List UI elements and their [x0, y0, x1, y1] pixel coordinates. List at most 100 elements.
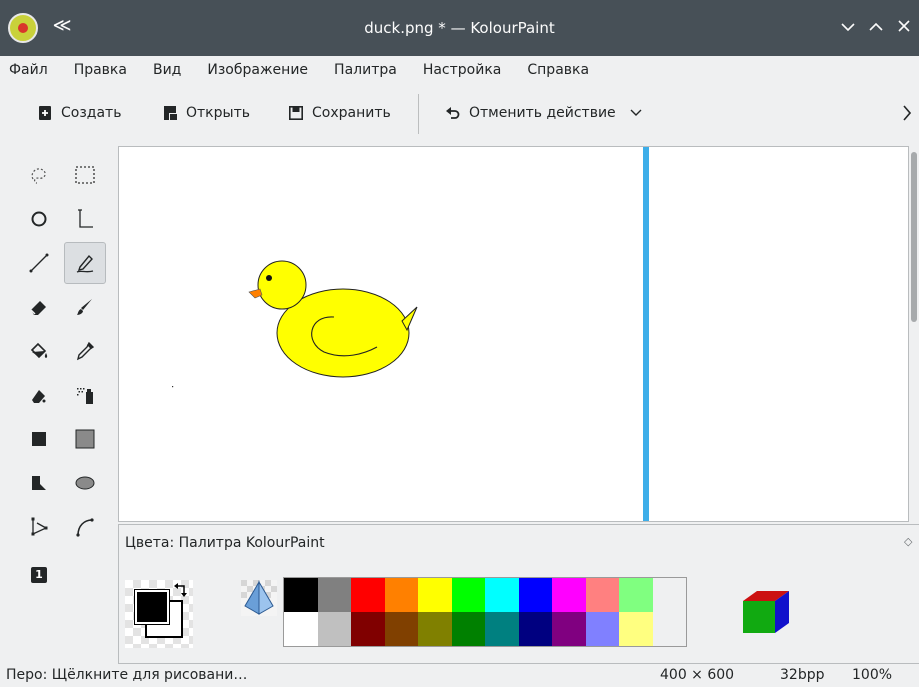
curve-tool[interactable] — [64, 506, 106, 548]
ellipse-icon — [75, 476, 95, 490]
palette-swatch[interactable] — [518, 578, 552, 612]
line-tool[interactable] — [18, 242, 60, 284]
palette-swatch[interactable] — [485, 612, 519, 646]
palette-swatch[interactable] — [585, 578, 619, 612]
undo-button[interactable]: Отменить действие — [446, 96, 642, 130]
brush-tool[interactable] — [64, 286, 106, 328]
canvas-resize-handle[interactable] — [643, 147, 649, 521]
flood-fill-tool[interactable] — [18, 330, 60, 372]
foreground-background-colors[interactable] — [125, 580, 193, 648]
palette-swatch[interactable] — [451, 612, 485, 646]
palette-swatch[interactable] — [284, 578, 318, 612]
maximize-icon[interactable] — [862, 13, 890, 41]
menu-file[interactable]: Файл — [9, 62, 48, 78]
scrollbar-thumb[interactable] — [911, 152, 917, 322]
palette-pyramid-icon[interactable] — [241, 580, 277, 616]
palette-swatch[interactable] — [485, 578, 519, 612]
menu-image[interactable]: Изображение — [207, 62, 308, 78]
palette-swatch[interactable] — [384, 612, 418, 646]
rounded-rectangle-tool[interactable] — [64, 418, 106, 460]
palette-swatch[interactable] — [351, 612, 385, 646]
new-button[interactable]: Создать — [38, 96, 121, 130]
status-color-depth: 32bpp — [780, 667, 825, 683]
palette-swatch[interactable] — [351, 578, 385, 612]
zoom-tool[interactable] — [18, 198, 60, 240]
open-folder-icon — [163, 106, 177, 120]
color-palette — [283, 577, 687, 647]
polygon-tool[interactable] — [18, 462, 60, 504]
new-button-label: Создать — [61, 105, 122, 121]
open-button[interactable]: Открыть — [163, 96, 250, 130]
status-zoom: 100% — [852, 667, 893, 683]
duck-head — [257, 260, 307, 310]
palette-swatch[interactable] — [518, 612, 552, 646]
connected-lines-tool[interactable] — [18, 506, 60, 548]
undo-dropdown-chevron-icon[interactable] — [630, 105, 642, 121]
foreground-color-swatch[interactable] — [134, 589, 170, 625]
window-title: duck.png * — KolourPaint — [364, 19, 555, 37]
palette-swatch[interactable] — [619, 578, 653, 612]
palette-swatch[interactable] — [552, 612, 586, 646]
palette-swatch[interactable] — [552, 578, 586, 612]
rectangular-selection-tool[interactable] — [64, 154, 106, 196]
status-message: Перо: Щёлкните для рисовани… — [6, 667, 248, 683]
palette-swatch[interactable] — [418, 578, 452, 612]
status-bar: Перо: Щёлкните для рисовани… 400 × 600 3… — [0, 664, 919, 687]
text-tool[interactable] — [64, 198, 106, 240]
menu-help[interactable]: Справка — [527, 62, 589, 78]
toolbar-overflow-chevron-icon[interactable] — [903, 96, 911, 130]
pen-tool[interactable] — [64, 242, 106, 284]
menu-palette[interactable]: Палитра — [334, 62, 397, 78]
rectangle-tool[interactable] — [18, 418, 60, 460]
pen-icon — [76, 254, 94, 273]
close-icon[interactable] — [890, 13, 918, 41]
color-eraser-tool[interactable] — [18, 374, 60, 416]
palette-swatch[interactable] — [418, 612, 452, 646]
toolbar-separator — [418, 94, 419, 134]
dock-float-icon[interactable]: ◇ — [904, 535, 912, 548]
main-toolbar: Создать Открыть Сохранить Отменить дейст… — [0, 88, 919, 138]
spraycan-tool[interactable] — [64, 374, 106, 416]
free-form-selection-tool[interactable] — [18, 154, 60, 196]
curve-icon — [76, 518, 94, 537]
minimize-icon[interactable] — [834, 13, 862, 41]
drawing-canvas[interactable] — [119, 147, 643, 522]
color-cube-icon[interactable] — [739, 585, 793, 643]
gray-rectangle-icon — [75, 429, 95, 449]
open-button-label: Открыть — [186, 105, 250, 121]
new-document-icon — [38, 106, 52, 120]
zoom-circle-icon — [31, 211, 47, 227]
tool-box: 1 — [8, 150, 112, 590]
palette-swatch[interactable] — [317, 578, 351, 612]
eraser-tool[interactable] — [18, 286, 60, 328]
palette-swatch[interactable] — [585, 612, 619, 646]
palette-swatch[interactable] — [284, 612, 318, 646]
vertical-scrollbar[interactable] — [909, 146, 919, 522]
undo-icon — [446, 106, 460, 120]
menu-edit[interactable]: Правка — [74, 62, 127, 78]
ellipse-tool[interactable] — [64, 462, 106, 504]
spraycan-icon — [77, 388, 93, 404]
palette-swatch[interactable] — [652, 578, 686, 612]
duck-eye — [266, 275, 272, 281]
menu-view[interactable]: Вид — [153, 62, 181, 78]
canvas-view[interactable] — [118, 146, 909, 522]
colors-dock: Цвета: Палитра KolourPaint ◇ — [118, 524, 919, 664]
palette-swatch[interactable] — [619, 612, 653, 646]
palette-swatch[interactable] — [317, 612, 351, 646]
save-button[interactable]: Сохранить — [289, 96, 391, 130]
connected-lines-icon — [31, 517, 48, 536]
palette-swatch[interactable] — [384, 578, 418, 612]
paint-bucket-icon — [30, 342, 48, 359]
brush-size-option[interactable]: 1 — [18, 554, 60, 596]
status-image-size: 400 × 600 — [660, 667, 735, 683]
palette-swatch[interactable] — [652, 612, 686, 646]
color-picker-tool[interactable] — [64, 330, 106, 372]
duck-beak — [248, 288, 263, 299]
menu-bar: Файл Правка Вид Изображение Палитра Наст… — [0, 56, 919, 84]
eraser-icon — [30, 301, 46, 315]
menu-settings[interactable]: Настройка — [423, 62, 502, 78]
line-icon — [29, 253, 49, 273]
swap-colors-icon[interactable] — [173, 580, 191, 602]
palette-swatch[interactable] — [451, 578, 485, 612]
